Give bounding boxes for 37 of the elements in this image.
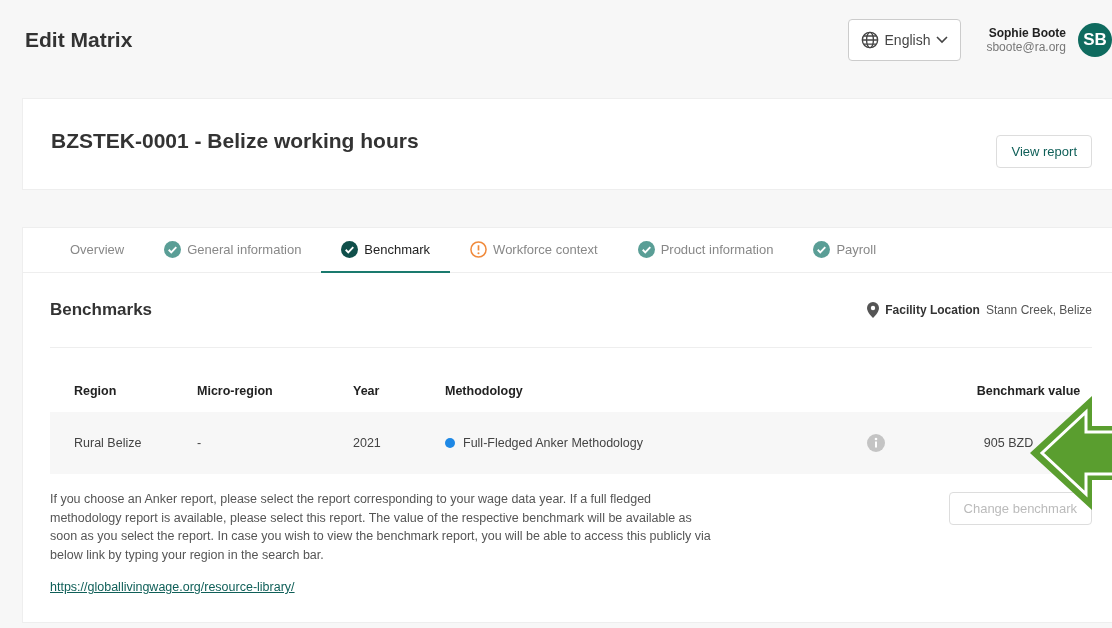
help-text: If you choose an Anker report, please select the report corresponding to your wage data year. If a full fledged methodology report is available, please select this report. The value of the respective benchmark will be available as soon as you select the report. In case you wish to view the benchmark report, you will be able to access this publicly via below link by typing your region in the search bar. [50, 491, 712, 564]
check-icon [813, 241, 831, 258]
column-header: Methodology [445, 383, 524, 400]
tab[interactable]: Workforce context [450, 228, 618, 273]
caret-icon [936, 36, 949, 44]
page-title: Edit Matrix [25, 28, 134, 52]
info-icon[interactable] [867, 434, 885, 452]
table-cell: Full-Fledged Anker Methodology [463, 436, 643, 450]
location-label: Facility Location [885, 303, 980, 317]
location-pin-icon [867, 302, 880, 318]
tab[interactable]: Benchmark [321, 228, 451, 273]
language-dropdown[interactable]: English [847, 19, 962, 61]
section-title: Benchmarks [50, 300, 153, 320]
user-name: Sophie Boote [988, 26, 1066, 40]
check-icon [637, 241, 655, 258]
table-cell: - [197, 436, 202, 450]
view-report-button[interactable]: View report [996, 134, 1092, 168]
tab[interactable]: Product information [617, 228, 794, 273]
location-value: Stann Creek, Belize [985, 303, 1092, 317]
user-email: sboote@ra.org [986, 40, 1066, 54]
benchmark-value: 905 BZD [983, 436, 1034, 450]
table-cell: Rural Belize [74, 436, 142, 450]
column-header: Benchmark value [975, 383, 1082, 400]
tab[interactable]: Payroll [793, 228, 897, 273]
check-icon [164, 241, 182, 258]
user-avatar[interactable]: SB [1078, 23, 1112, 57]
check-icon [341, 241, 359, 258]
globe-icon [860, 31, 879, 49]
column-header: Year [353, 383, 381, 400]
table-cell: 2021 [353, 436, 381, 450]
resource-link[interactable]: https://globallivingwage.org/resource-library/ [50, 580, 295, 594]
tab[interactable]: General information [144, 228, 322, 273]
column-header: Micro-region [197, 383, 274, 400]
column-header: Region [73, 383, 118, 400]
warning-icon [470, 241, 488, 258]
tab[interactable]: Overview [50, 228, 145, 273]
matrix-title: BZSTEK-0001 - Belize working hours [51, 129, 419, 153]
